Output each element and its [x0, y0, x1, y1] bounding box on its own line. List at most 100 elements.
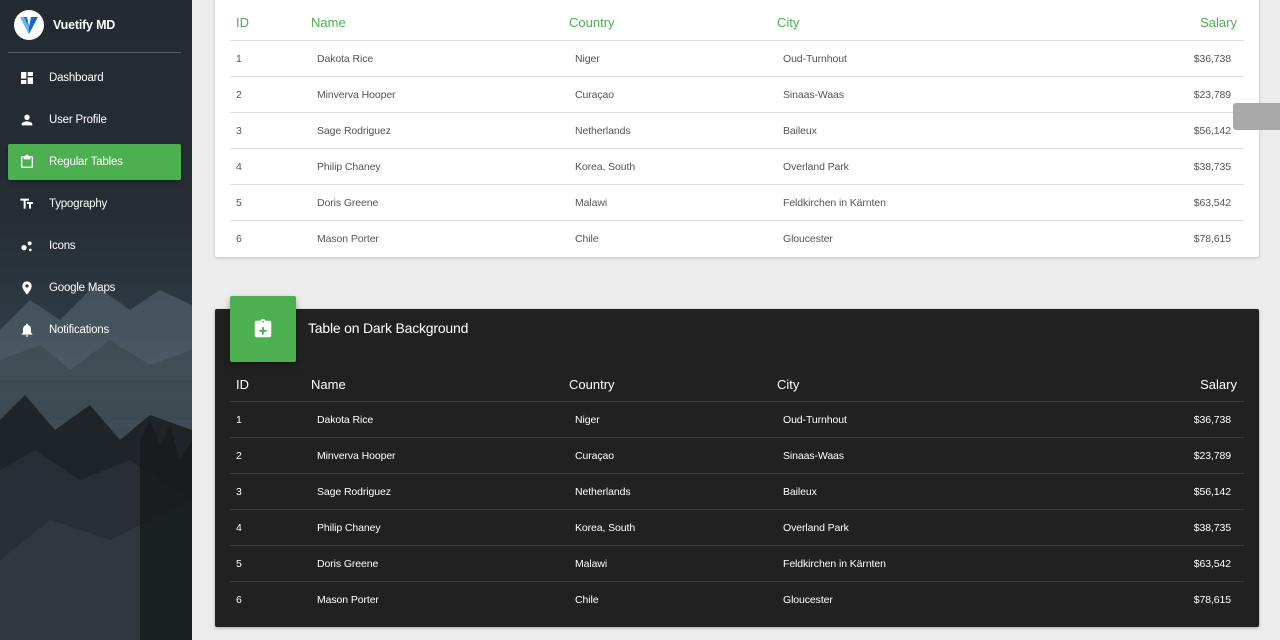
cell-name: Sage Rodriguez	[317, 486, 391, 498]
dark-table: ID Name Country City Salary 1 Dakota Ric…	[230, 369, 1244, 617]
cell-name: Mason Porter	[317, 233, 379, 245]
column-header-country[interactable]: Country	[569, 377, 615, 392]
sidebar-item-label: Google Maps	[49, 282, 116, 294]
sidebar-item-label: Dashboard	[49, 72, 104, 84]
cell-country: Malawi	[575, 197, 608, 209]
table-row: 6 Mason Porter Chile Gloucester $78,615	[230, 220, 1244, 256]
table-row: 3 Sage Rodriguez Netherlands Baileux $56…	[230, 112, 1244, 148]
bell-icon	[19, 322, 35, 338]
column-header-country[interactable]: Country	[569, 15, 615, 30]
sidebar-item-dashboard[interactable]: Dashboard	[8, 60, 181, 96]
sidebar-item-label: Typography	[49, 198, 108, 210]
cell-country: Curaçao	[575, 89, 614, 101]
app-title: Vuetify MD	[53, 18, 116, 32]
cell-city: Overland Park	[783, 161, 849, 173]
table-header: ID Name Country City Salary	[230, 0, 1244, 40]
sidebar-item-notifications[interactable]: Notifications	[8, 312, 181, 348]
cell-country: Korea, South	[575, 522, 636, 534]
cell-id: 2	[236, 450, 242, 462]
cell-salary: $38,735	[1193, 522, 1231, 534]
column-header-salary[interactable]: Salary	[1200, 377, 1237, 392]
table-row: 4 Philip Chaney Korea, South Overland Pa…	[230, 148, 1244, 184]
cell-country: Curaçao	[575, 450, 614, 462]
column-header-salary[interactable]: Salary	[1200, 15, 1237, 30]
cell-country: Netherlands	[575, 486, 631, 498]
cell-name: Doris Greene	[317, 558, 379, 570]
cell-name: Dakota Rice	[317, 53, 374, 65]
typography-icon	[19, 196, 35, 212]
cell-city: Feldkirchen in Kärnten	[783, 558, 886, 570]
cell-id: 1	[236, 53, 242, 65]
table-row: 6 Mason Porter Chile Gloucester $78,615	[230, 581, 1244, 617]
cell-name: Mason Porter	[317, 594, 379, 606]
sidebar-item-label: Notifications	[49, 324, 110, 336]
cell-country: Netherlands	[575, 125, 631, 137]
cell-salary: $63,542	[1193, 558, 1231, 570]
cell-name: Philip Chaney	[317, 161, 381, 173]
clipboard-icon	[19, 154, 35, 170]
cell-salary: $23,789	[1193, 89, 1231, 101]
cell-id: 1	[236, 414, 242, 426]
cell-salary: $38,735	[1193, 161, 1231, 173]
cell-salary: $23,789	[1193, 450, 1231, 462]
table-header: ID Name Country City Salary	[230, 369, 1244, 401]
cell-name: Minverva Hooper	[317, 450, 396, 462]
cell-salary: $56,142	[1193, 486, 1231, 498]
column-header-city[interactable]: City	[777, 377, 799, 392]
cell-country: Niger	[575, 414, 600, 426]
column-header-name[interactable]: Name	[311, 377, 346, 392]
divider	[8, 52, 181, 53]
cell-id: 5	[236, 558, 242, 570]
cell-city: Sinaas-Waas	[783, 450, 844, 462]
table-row: 5 Doris Greene Malawi Feldkirchen in Kär…	[230, 184, 1244, 220]
person-icon	[19, 112, 35, 128]
table-row: 2 Minverva Hooper Curaçao Sinaas-Waas $2…	[230, 76, 1244, 112]
cell-salary: $63,542	[1193, 197, 1231, 209]
dashboard-icon	[19, 70, 35, 86]
table-row: 2 Minverva Hooper Curaçao Sinaas-Waas $2…	[230, 437, 1244, 473]
cell-country: Malawi	[575, 558, 608, 570]
column-header-name[interactable]: Name	[311, 15, 346, 30]
cell-id: 2	[236, 89, 242, 101]
vuetify-logo	[14, 10, 44, 40]
cell-name: Sage Rodriguez	[317, 125, 391, 137]
table-row: 1 Dakota Rice Niger Oud-Turnhout $36,738	[230, 401, 1244, 437]
cell-salary: $78,615	[1193, 233, 1231, 245]
sidebar: Vuetify MD Dashboard User Profile Regula…	[0, 0, 192, 640]
sidebar-item-icons[interactable]: Icons	[8, 228, 181, 264]
cell-city: Sinaas-Waas	[783, 89, 844, 101]
cell-name: Doris Greene	[317, 197, 379, 209]
cell-city: Gloucester	[783, 594, 833, 606]
sidebar-nav: Dashboard User Profile Regular Tables Ty…	[8, 60, 181, 354]
sidebar-item-google-maps[interactable]: Google Maps	[8, 270, 181, 306]
cell-city: Oud-Turnhout	[783, 53, 847, 65]
cell-salary: $36,738	[1193, 414, 1231, 426]
regular-table: ID Name Country City Salary 1 Dakota Ric…	[230, 0, 1244, 256]
regular-table-card: ID Name Country City Salary 1 Dakota Ric…	[215, 0, 1259, 257]
scroll-handle[interactable]	[1233, 103, 1280, 130]
sidebar-item-label: User Profile	[49, 114, 107, 126]
column-header-city[interactable]: City	[777, 15, 799, 30]
table-row: 1 Dakota Rice Niger Oud-Turnhout $36,738	[230, 40, 1244, 76]
cell-city: Oud-Turnhout	[783, 414, 847, 426]
table-row: 4 Philip Chaney Korea, South Overland Pa…	[230, 509, 1244, 545]
sidebar-item-typography[interactable]: Typography	[8, 186, 181, 222]
sidebar-item-user-profile[interactable]: User Profile	[8, 102, 181, 138]
cell-id: 4	[236, 522, 242, 534]
cell-id: 4	[236, 161, 242, 173]
dark-table-card: Table on Dark Background ID Name Country…	[215, 296, 1259, 627]
card-title: Table on Dark Background	[308, 320, 469, 336]
sidebar-item-regular-tables[interactable]: Regular Tables	[8, 144, 181, 180]
cell-city: Overland Park	[783, 522, 849, 534]
brand[interactable]: Vuetify MD	[14, 10, 115, 40]
cell-city: Gloucester	[783, 233, 833, 245]
table-row: 5 Doris Greene Malawi Feldkirchen in Kär…	[230, 545, 1244, 581]
cell-country: Chile	[575, 233, 599, 245]
cell-id: 6	[236, 594, 242, 606]
cell-city: Feldkirchen in Kärnten	[783, 197, 886, 209]
cell-id: 5	[236, 197, 242, 209]
column-header-id[interactable]: ID	[236, 377, 249, 392]
sidebar-item-label: Regular Tables	[49, 156, 123, 168]
table-row: 3 Sage Rodriguez Netherlands Baileux $56…	[230, 473, 1244, 509]
column-header-id[interactable]: ID	[236, 15, 249, 30]
